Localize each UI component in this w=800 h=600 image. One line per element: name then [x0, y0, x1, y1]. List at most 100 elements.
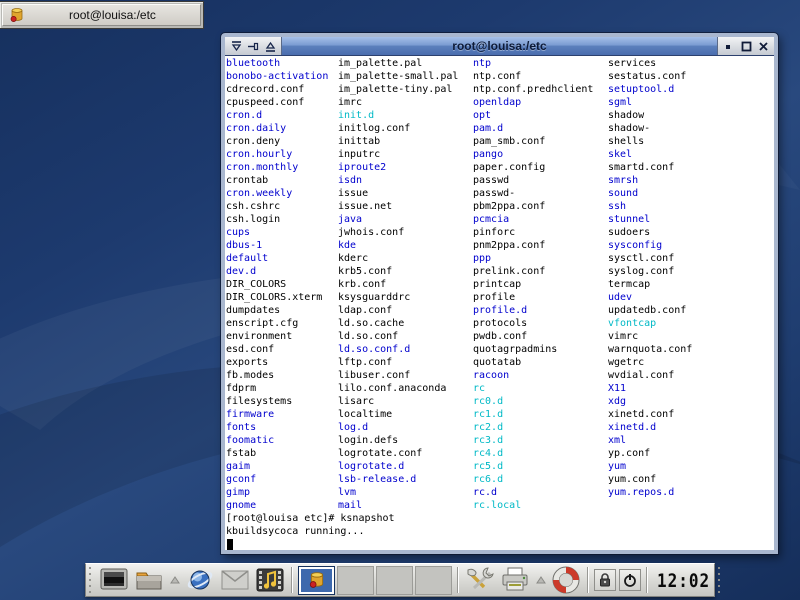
file-entry: localtime: [338, 408, 458, 421]
directory-entry: openldap: [473, 96, 593, 109]
file-entry: pnm2ppa.conf: [473, 239, 593, 252]
printer-icon[interactable]: [499, 565, 531, 595]
symlink-entry: rc: [473, 382, 593, 395]
pager-desktop-4[interactable]: [415, 566, 452, 595]
file-entry: protocols: [473, 317, 593, 330]
pager-desktop-1[interactable]: [298, 566, 335, 595]
file-entry: fstab: [226, 447, 328, 460]
directory-entry: bonobo-activation: [226, 70, 328, 83]
file-entry: termcap: [608, 278, 692, 291]
file-entry: warnquota.conf: [608, 343, 692, 356]
file-entry: logrotate.conf: [338, 447, 458, 460]
screen-icon[interactable]: [98, 565, 130, 595]
directory-entry: logrotate.d: [338, 460, 458, 473]
file-entry: enscript.cfg: [226, 317, 328, 330]
directory-entry: default: [226, 252, 328, 265]
file-entry: imrc: [338, 96, 458, 109]
file-entry: inittab: [338, 135, 458, 148]
terminal-content[interactable]: [root@louisa etc]# ksnapshot kbuildsycoc…: [225, 56, 774, 550]
file-entry: sudoers: [608, 226, 692, 239]
file-entry: cron.deny: [226, 135, 328, 148]
directory-entry: cron.daily: [226, 122, 328, 135]
file-entry: cdrecord.conf: [226, 83, 328, 96]
desktop-pager: [298, 566, 452, 595]
file-entry: wvdial.conf: [608, 369, 692, 382]
file-entry: ldap.conf: [338, 304, 458, 317]
folder-icon[interactable]: [133, 565, 165, 595]
close-button[interactable]: [756, 39, 770, 53]
multimedia-icon[interactable]: [254, 565, 286, 595]
titlebar-right-buttons: [717, 37, 774, 55]
ls-output-column: servicessestatus.confsetuptool.dsgmlshad…: [608, 57, 692, 499]
directory-entry: cron.monthly: [226, 161, 328, 174]
minimize-button[interactable]: [722, 39, 736, 53]
panel-right-handle[interactable]: [717, 566, 724, 594]
file-entry: pwdb.conf: [473, 330, 593, 343]
file-entry: passwd: [473, 174, 593, 187]
file-entry: smartd.conf: [608, 161, 692, 174]
file-entry: DIR_COLORS: [226, 278, 328, 291]
titlebar[interactable]: root@louisa:/etc: [225, 37, 774, 56]
file-entry: ksysguarddrc: [338, 291, 458, 304]
lock-icon: [597, 572, 613, 588]
popup-arrow-icon[interactable]: [534, 565, 547, 595]
help-lifering-icon[interactable]: [550, 565, 582, 595]
directory-entry: gconf: [226, 473, 328, 486]
directory-entry: rc.d: [473, 486, 593, 499]
tools-icon[interactable]: [464, 565, 496, 595]
shell-prompt-line: [root@louisa etc]# ksnapshot: [226, 512, 395, 525]
shade-button[interactable]: [229, 39, 243, 53]
directory-entry: profile.d: [473, 304, 593, 317]
directory-entry: isdn: [338, 174, 458, 187]
directory-entry: racoon: [473, 369, 593, 382]
directory-entry: gaim: [226, 460, 328, 473]
keep-above-button[interactable]: [263, 39, 277, 53]
browser-globe-icon[interactable]: [184, 565, 216, 595]
popup-arrow-icon[interactable]: [168, 565, 181, 595]
symlink-entry: rc6.d: [473, 473, 593, 486]
directory-entry: smrsh: [608, 174, 692, 187]
directory-entry: dev.d: [226, 265, 328, 278]
taskbar-window-button[interactable]: root@louisa:/etc: [2, 4, 201, 26]
directory-entry: xinetd.d: [608, 421, 692, 434]
panel-left-handle[interactable]: [88, 566, 95, 594]
file-entry: sysctl.conf: [608, 252, 692, 265]
directory-entry: ntp: [473, 57, 593, 70]
file-entry: shadow: [608, 109, 692, 122]
directory-entry: X11: [608, 382, 692, 395]
logout-button[interactable]: [619, 569, 641, 591]
file-entry: lilo.conf.anaconda: [338, 382, 458, 395]
directory-entry: pcmcia: [473, 213, 593, 226]
mail-icon[interactable]: [219, 565, 251, 595]
directory-entry: cron.weekly: [226, 187, 328, 200]
terminal-app-icon: [9, 7, 25, 23]
file-entry: vimrc: [608, 330, 692, 343]
maximize-button[interactable]: [739, 39, 753, 53]
sticky-pin-button[interactable]: [246, 39, 260, 53]
file-entry: esd.conf: [226, 343, 328, 356]
file-entry: im_palette-small.pal: [338, 70, 458, 83]
terminal-cursor: [227, 539, 233, 550]
directory-entry: fonts: [226, 421, 328, 434]
directory-entry: pam.d: [473, 122, 593, 135]
directory-entry: sysconfig: [608, 239, 692, 252]
file-entry: DIR_COLORS.xterm: [226, 291, 328, 304]
file-entry: prelink.conf: [473, 265, 593, 278]
directory-entry: firmware: [226, 408, 328, 421]
pager-desktop-3[interactable]: [376, 566, 413, 595]
directory-entry: iproute2: [338, 161, 458, 174]
kicker-panel: 12:02: [85, 563, 715, 597]
file-entry: crontab: [226, 174, 328, 187]
file-entry: shadow-: [608, 122, 692, 135]
directory-entry: stunnel: [608, 213, 692, 226]
shell-status-line: kbuildsycoca running...: [226, 525, 364, 538]
directory-entry: xdg: [608, 395, 692, 408]
top-taskbar: root@louisa:/etc: [0, 1, 204, 29]
pager-desktop-2[interactable]: [337, 566, 374, 595]
file-entry: wgetrc: [608, 356, 692, 369]
panel-clock[interactable]: 12:02: [653, 569, 714, 591]
file-entry: pinforc: [473, 226, 593, 239]
directory-entry: java: [338, 213, 458, 226]
lock-screen-button[interactable]: [594, 569, 616, 591]
directory-entry: setuptool.d: [608, 83, 692, 96]
